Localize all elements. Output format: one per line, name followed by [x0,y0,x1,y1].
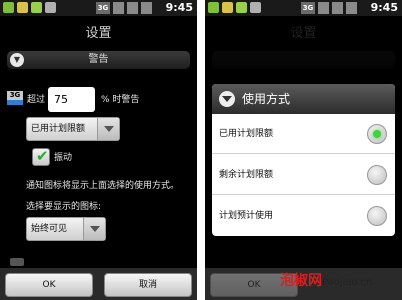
spinner-arrow-button[interactable] [97,118,119,140]
status-time: 9:45 [165,1,193,14]
check-icon: ✔ [36,147,49,165]
option-projected-usage[interactable]: 计划预计使用 [212,196,395,236]
watermark-domain: Paojiao.cn [322,277,373,288]
chevron-down-icon [90,226,100,232]
radio-unselected[interactable] [367,206,387,226]
section-label: 警告 [88,54,109,65]
settings-screen: 3G 9:45 设置 ▼ 警告 3G 超过 75 % 时警告 已用计划限额 ✔ … [0,0,197,300]
phone-icon [318,2,329,14]
signal-icon [127,2,138,14]
spinner-arrow-button[interactable] [83,218,105,240]
notification-icon [17,2,28,13]
notify-description: 通知图标将显示上面选择的使用方式。 [26,181,180,191]
notification-icon [45,2,56,13]
notification-icon [31,2,42,13]
usage-mode-screen: 3G 9:45 设置 使用方式 已用计划限额 剩余计划限额 计划预计使用 OK [205,0,402,300]
icon-mode-value: 始终可见 [31,224,68,234]
ok-button[interactable]: OK [5,273,93,297]
site-watermark: 泡椒网Paojiao.cn [280,272,372,292]
radio-unselected[interactable] [367,165,387,185]
network-3g-icon: 3G [301,2,315,14]
option-label: 计划预计使用 [219,211,274,221]
notification-icon [3,2,14,13]
chevron-down-icon [219,91,235,107]
network-3g-icon: 3G [7,91,23,105]
phone-icon [113,2,124,14]
battery-icon [346,2,357,14]
option-remaining-limit[interactable]: 剩余计划限额 [212,155,395,195]
option-used-limit[interactable]: 已用计划限额 [212,114,395,154]
exceed-label: 超过 [27,95,46,105]
notification-icon [222,2,233,13]
icon-prompt: 选择要显示的图标: [26,202,102,212]
usage-mode-value: 已用计划限额 [31,124,86,134]
radio-selected[interactable] [367,124,387,144]
dialog-header: 使用方式 [212,84,395,114]
threshold-input[interactable]: 75 [48,87,95,112]
status-bar: 3G 9:45 [0,0,197,16]
threshold-suffix: % 时警告 [101,95,140,105]
vibrate-label: 振动 [54,153,73,163]
option-label: 剩余计划限额 [219,170,274,180]
icon-mode-spinner[interactable]: 始终可见 [26,217,106,241]
chevron-down-icon [104,126,114,132]
dialog-title: 使用方式 [242,92,291,106]
vibrate-checkbox[interactable]: ✔ [32,147,50,166]
signal-icon [332,2,343,14]
cancel-button[interactable]: 取消 [104,273,192,297]
scroll-hint [10,258,24,266]
usage-mode-spinner[interactable]: 已用计划限额 [26,117,120,141]
status-time: 9:45 [370,1,398,14]
option-label: 已用计划限额 [219,129,274,139]
watermark-brand: 泡椒网 [280,273,322,289]
battery-icon [141,2,152,14]
page-title: 设置 [85,26,112,41]
status-bar: 3G 9:45 [205,0,402,16]
notification-icon [236,2,247,13]
warning-section-header[interactable]: ▼ 警告 [7,51,190,69]
notification-icon [250,2,261,13]
network-3g-icon: 3G [96,2,110,14]
usage-mode-dialog: 使用方式 已用计划限额 剩余计划限额 计划预计使用 [212,84,395,236]
radio-dot-icon [373,130,381,138]
notification-icon [208,2,219,13]
